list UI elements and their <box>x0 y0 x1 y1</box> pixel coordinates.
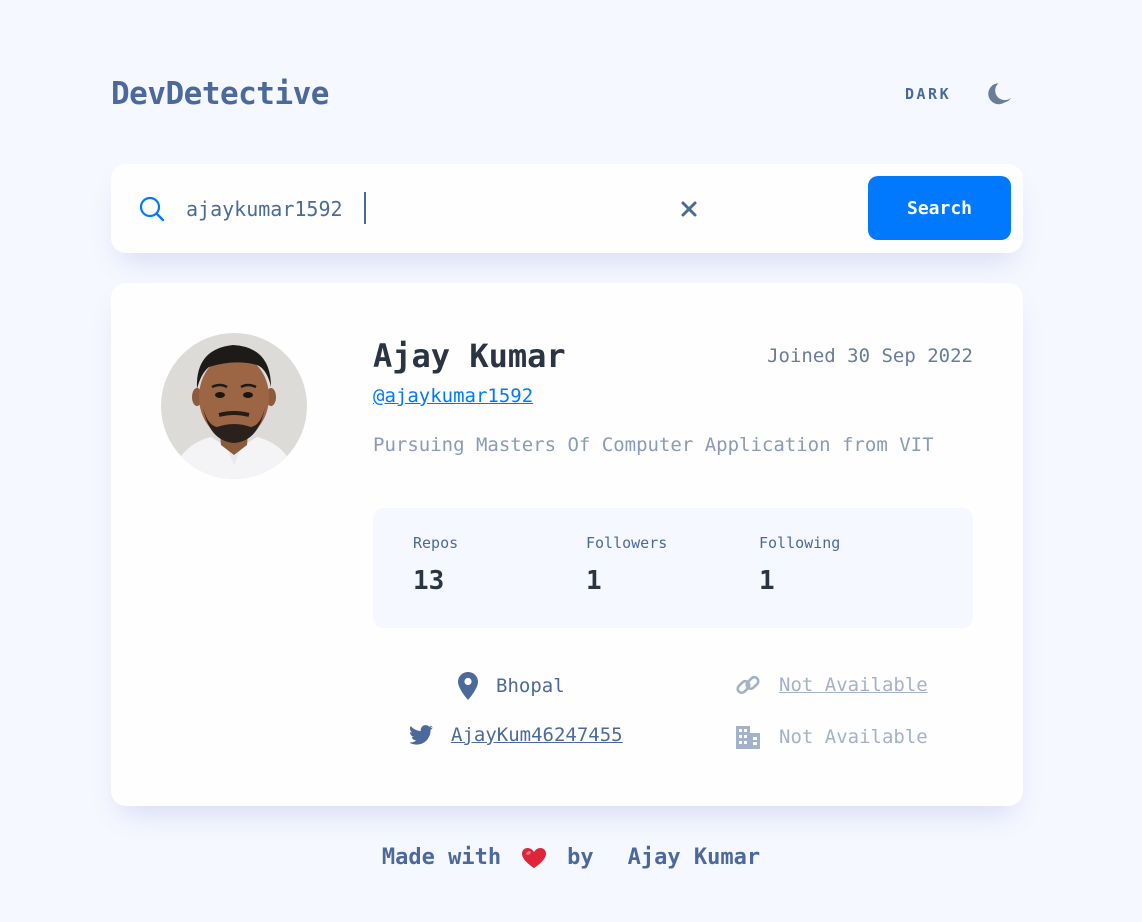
company-item: Not Available <box>735 724 928 750</box>
joined-date: Joined 30 Sep 2022 <box>767 345 973 367</box>
twitter-icon <box>409 725 433 745</box>
website-link[interactable]: Not Available <box>779 674 928 696</box>
stat-following-label: Following <box>759 534 841 552</box>
twitter-item: AjayKum46247455 <box>409 724 623 746</box>
search-icon <box>139 196 165 222</box>
avatar <box>161 333 307 479</box>
stat-following-value: 1 <box>759 566 775 596</box>
footer: Made with by Ajay Kumar <box>0 845 1142 870</box>
stat-followers-value: 1 <box>586 566 602 596</box>
twitter-link[interactable]: AjayKum46247455 <box>451 724 623 746</box>
link-icon <box>736 675 760 695</box>
text-caret <box>364 192 366 224</box>
location-item: Bhopal <box>458 672 565 700</box>
search-button[interactable]: Search <box>868 176 1011 240</box>
company-text: Not Available <box>779 726 928 748</box>
stats-panel: Repos 13 Followers 1 Following 1 <box>373 508 973 628</box>
app-root: DevDetective DARK Search <box>0 0 1142 922</box>
profile-card: Ajay Kumar Joined 30 Sep 2022 @ajaykumar… <box>111 283 1023 806</box>
footer-by: by <box>567 845 594 870</box>
user-login-link[interactable]: @ajaykumar1592 <box>373 385 533 407</box>
location-text: Bhopal <box>496 675 565 697</box>
search-bar: Search <box>111 164 1023 253</box>
user-name: Ajay Kumar <box>373 337 566 375</box>
location-pin-icon <box>458 672 478 700</box>
app-logo: DevDetective <box>111 76 329 112</box>
office-building-icon <box>736 726 760 749</box>
theme-toggle[interactable]: DARK <box>905 78 1013 110</box>
stat-repos-value: 13 <box>413 566 445 596</box>
footer-made-with: Made with <box>381 845 502 870</box>
heart-icon <box>522 847 547 868</box>
moon-icon <box>988 83 1012 105</box>
close-icon[interactable] <box>680 200 698 218</box>
stat-followers-label: Followers <box>586 534 668 552</box>
footer-author[interactable]: Ajay Kumar <box>628 845 760 870</box>
website-item: Not Available <box>735 672 928 698</box>
user-bio: Pursuing Masters Of Computer Application… <box>373 434 934 456</box>
theme-toggle-label: DARK <box>905 85 952 103</box>
search-input[interactable] <box>184 190 664 228</box>
stat-repos-label: Repos <box>413 534 459 552</box>
